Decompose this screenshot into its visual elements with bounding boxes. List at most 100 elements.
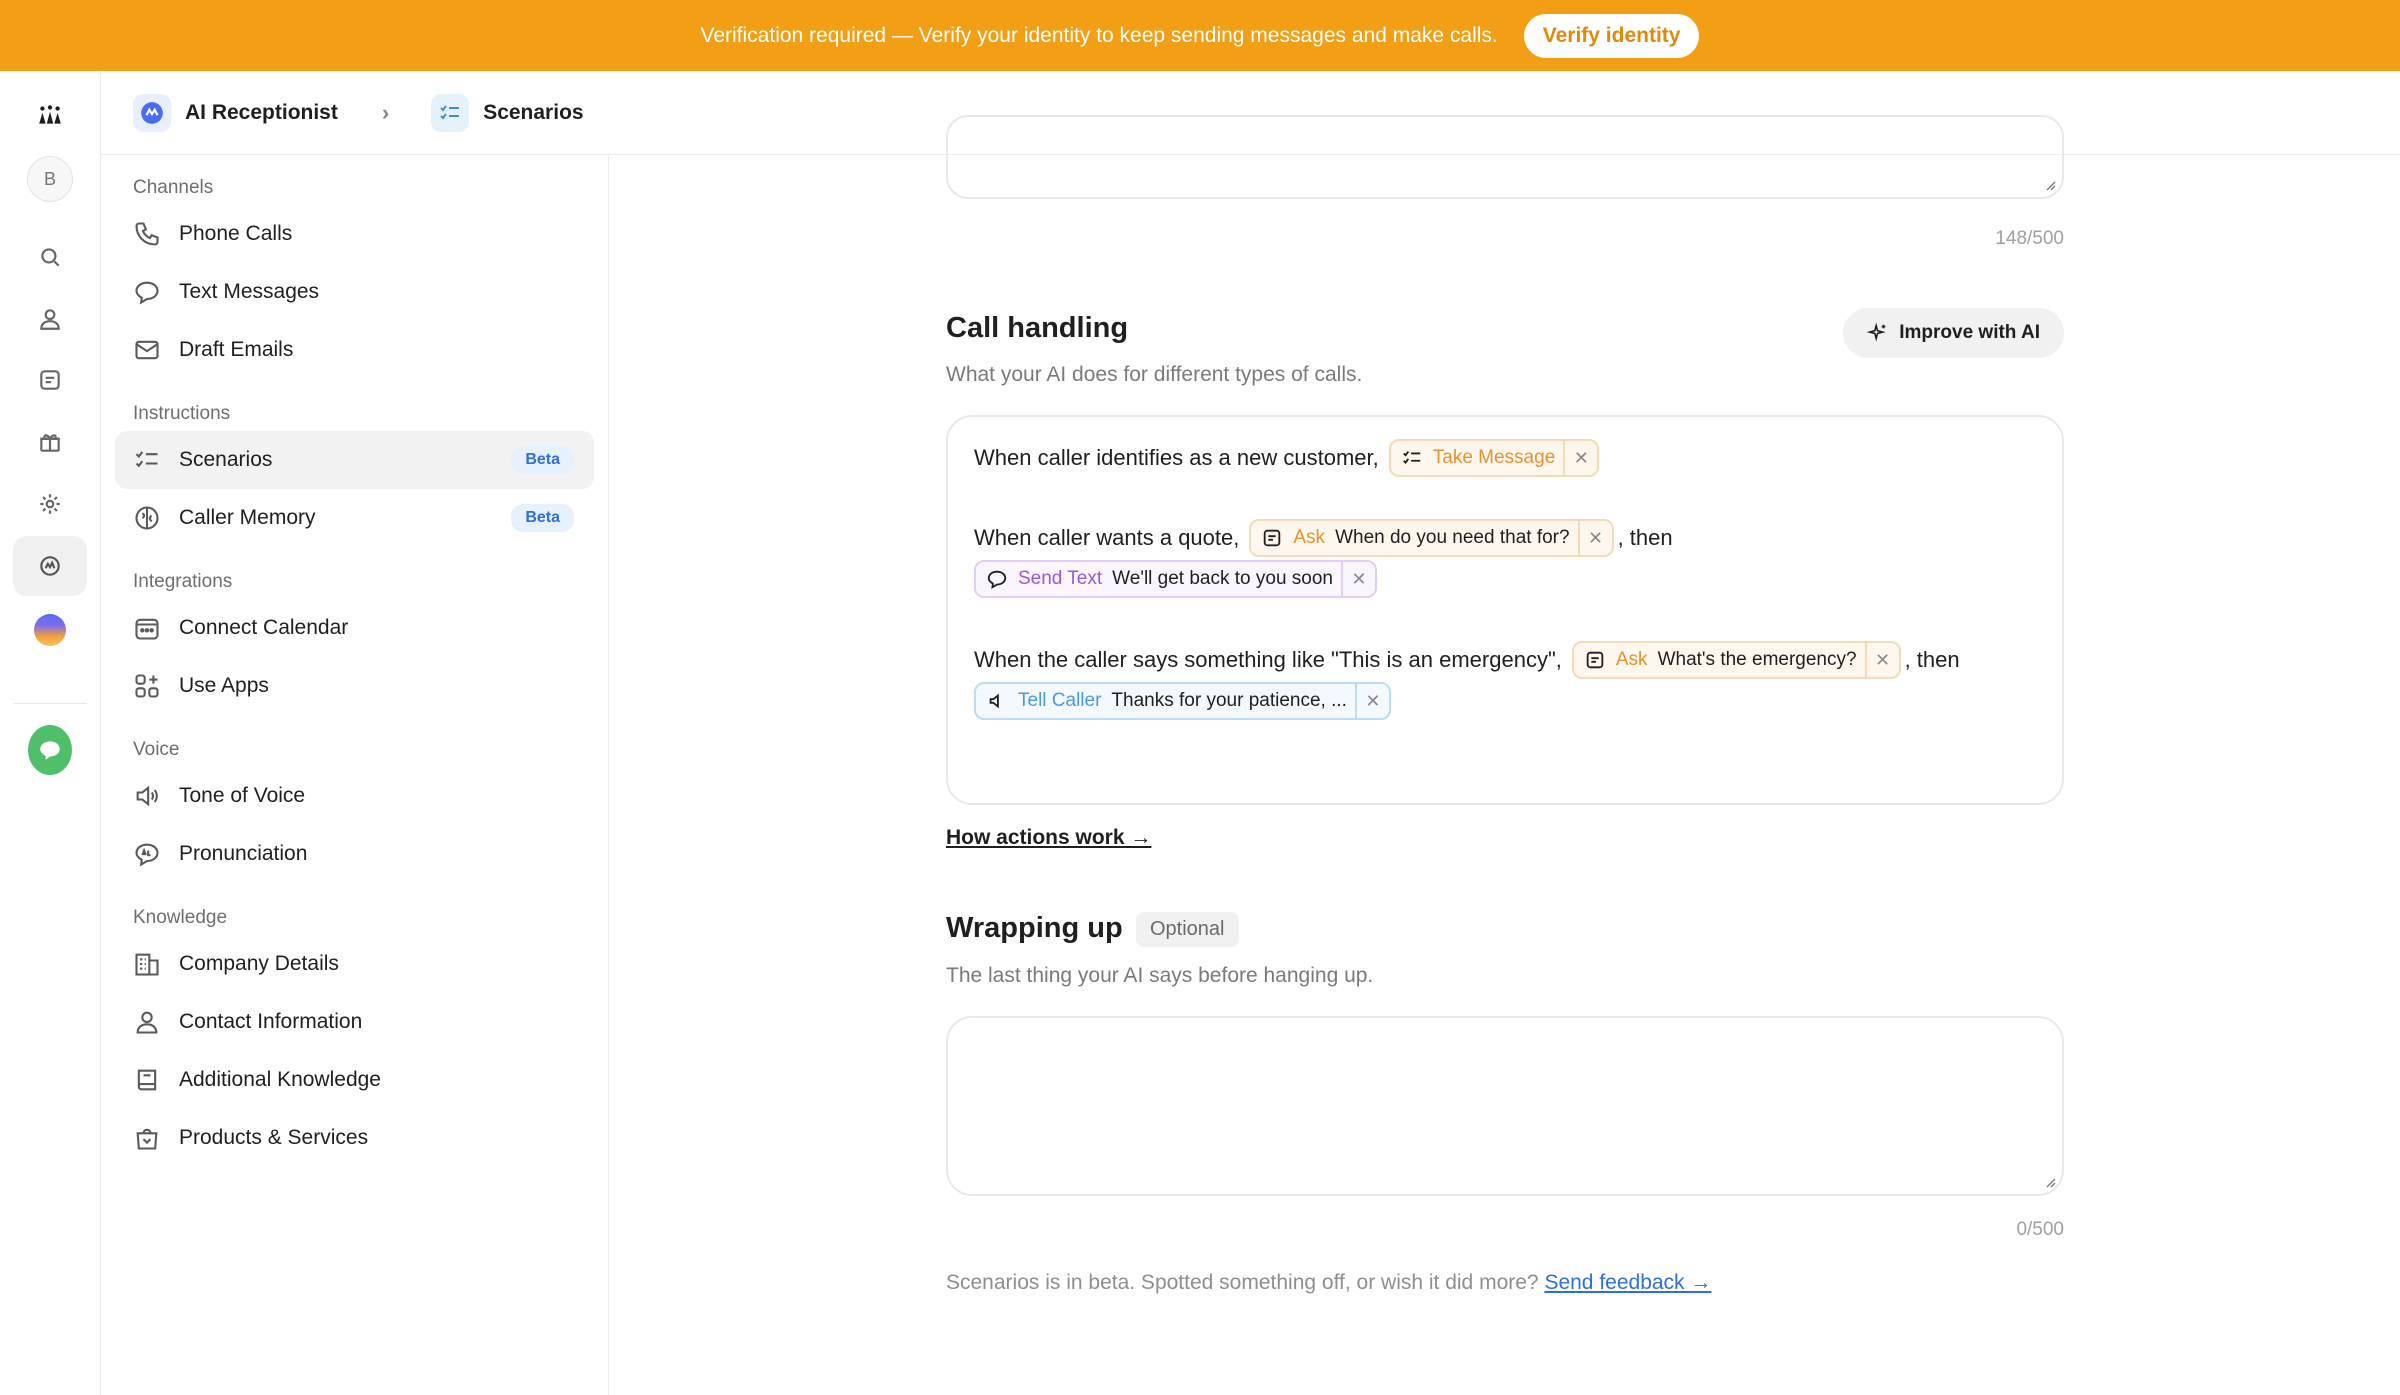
rule-joiner: , then [1904, 647, 1960, 672]
action-value: When do you need that for? [1335, 527, 1570, 548]
rule-prefix: When the caller says something like "Thi… [974, 647, 1562, 672]
call-handling-editor[interactable]: When caller identifies as a new customer… [946, 415, 2064, 805]
section-label-knowledge: Knowledge [133, 907, 228, 928]
wrapping-up-textarea[interactable] [946, 1016, 2064, 1196]
gradient-orb-icon[interactable] [28, 608, 72, 652]
scenario-rule: When the caller says something like "Thi… [974, 641, 1960, 679]
team-logo-icon[interactable] [28, 93, 72, 137]
sidebar-item-label: Use Apps [179, 674, 269, 697]
note-icon[interactable] [28, 358, 72, 402]
checklist-icon [1402, 451, 1420, 464]
sidebar-item-label: Products & Services [179, 1126, 369, 1149]
action-chip[interactable]: Tell Caller Thanks for your patience, ..… [974, 682, 1391, 720]
breadcrumb-parent[interactable]: AI Receptionist [185, 101, 338, 125]
character-counter: 0/500 [2016, 1219, 2064, 1240]
sidebar-item-phone-calls[interactable]: Phone Calls [115, 205, 594, 263]
verify-identity-button[interactable]: Verify identity [1523, 13, 1700, 58]
sidebar-item-contact-information[interactable]: Contact Information [115, 993, 594, 1051]
phone-icon [135, 222, 159, 246]
avatar[interactable]: B [27, 156, 73, 202]
section-label-integrations: Integrations [133, 571, 233, 592]
action-type: Tell Caller [1018, 690, 1102, 711]
previous-section-textarea[interactable] [946, 115, 2064, 199]
action-value: We'll get back to you soon [1112, 568, 1334, 589]
speaker-icon [136, 785, 158, 807]
sidebar-item-text-messages[interactable]: Text Messages [115, 263, 594, 321]
sidebar-item-label: Pronunciation [179, 842, 308, 865]
chat-bubble-icon [987, 570, 1007, 590]
rule-prefix: When caller identifies as a new customer… [974, 445, 1379, 470]
building-icon [135, 953, 159, 976]
improve-with-ai-button[interactable]: Improve with AI [1843, 308, 2064, 358]
sidebar-item-caller-memory[interactable]: Caller Memory Beta [115, 489, 594, 547]
wrapping-up-subtitle: The last thing your AI says before hangi… [946, 964, 1374, 987]
beta-badge: Beta [511, 504, 574, 532]
action-type: Take Message [1432, 447, 1556, 468]
sidebar-item-label: Draft Emails [179, 338, 294, 361]
sidebar-item-pronunciation[interactable]: Pronunciation [115, 825, 594, 883]
banner-text: Verification required — Verify your iden… [700, 23, 1498, 47]
sidebar-item-label: Additional Knowledge [179, 1068, 381, 1091]
ai-receptionist-icon[interactable] [13, 536, 87, 596]
chat-icon[interactable] [28, 725, 72, 775]
section-label-instructions: Instructions [133, 403, 231, 424]
scenario-rule: When caller identifies as a new customer… [974, 439, 1600, 477]
pronunciation-icon [135, 843, 159, 867]
sidebar-item-label: Tone of Voice [179, 784, 306, 807]
gift-icon[interactable] [28, 420, 72, 464]
resize-grip-icon[interactable] [2044, 179, 2056, 191]
sidebar-item-label: Phone Calls [179, 222, 293, 245]
chevron-right-icon: › [381, 99, 390, 125]
sidebar-item-scenarios[interactable]: Scenarios Beta [115, 431, 594, 489]
scenario-rule-continuation: Send Text We'll get back to you soon ✕ [974, 560, 1378, 598]
sparkle-icon [1867, 322, 1886, 342]
action-value: What's the emergency? [1657, 649, 1857, 670]
avatar-letter: B [43, 168, 56, 189]
section-label-channels: Channels [133, 177, 214, 198]
rule-joiner: , then [1617, 525, 1673, 550]
sidebar-item-draft-emails[interactable]: Draft Emails [115, 321, 594, 379]
search-icon[interactable] [28, 235, 72, 279]
action-chip[interactable]: Take Message ✕ [1388, 439, 1600, 477]
sidebar-item-connect-calendar[interactable]: Connect Calendar [115, 599, 594, 657]
sidebar-item-label: Text Messages [179, 280, 320, 303]
note-icon [1264, 529, 1281, 547]
how-actions-work-link[interactable]: How actions work → [946, 826, 1151, 850]
checklist-icon [135, 451, 158, 468]
action-type: Send Text [1018, 568, 1103, 589]
settings-icon[interactable] [28, 482, 72, 526]
person-icon [136, 1011, 158, 1034]
sidebar-item-additional-knowledge[interactable]: Additional Knowledge [115, 1051, 594, 1109]
checklist-icon [431, 93, 470, 132]
book-icon [137, 1069, 157, 1091]
sidebar-item-label: Connect Calendar [179, 616, 349, 639]
action-type: Ask [1293, 527, 1326, 548]
rule-prefix: When caller wants a quote, [974, 525, 1240, 550]
sidebar-item-label: Contact Information [179, 1010, 363, 1033]
section-label-voice: Voice [133, 739, 180, 760]
remove-action-icon[interactable]: ✕ [1563, 441, 1597, 475]
send-feedback-link[interactable]: Send feedback → [1544, 1271, 1711, 1294]
resize-grip-icon[interactable] [2044, 1176, 2056, 1188]
action-chip[interactable]: Ask When do you need that for? ✕ [1249, 519, 1614, 557]
breadcrumb-current: Scenarios [483, 100, 584, 124]
improve-label: Improve with AI [1899, 322, 2040, 343]
sidebar-item-products-services[interactable]: Products & Services [115, 1109, 594, 1167]
sidebar-item-company-details[interactable]: Company Details [115, 935, 594, 993]
remove-action-icon[interactable]: ✕ [1577, 521, 1612, 555]
person-icon[interactable] [28, 297, 72, 341]
action-chip[interactable]: Ask What's the emergency? ✕ [1571, 641, 1901, 679]
remove-action-icon[interactable]: ✕ [1341, 562, 1375, 596]
beta-badge: Beta [511, 446, 574, 474]
remove-action-icon[interactable]: ✕ [1864, 643, 1899, 677]
sidebar-item-tone-of-voice[interactable]: Tone of Voice [115, 767, 594, 825]
verification-banner: Verification required — Verify your iden… [0, 0, 2400, 71]
sidebar-item-label: Company Details [179, 952, 339, 975]
action-chip[interactable]: Send Text We'll get back to you soon ✕ [974, 560, 1378, 598]
settings-sidebar: Channels Phone Calls Text Messages Draft… [101, 155, 609, 1395]
sidebar-item-use-apps[interactable]: Use Apps [115, 657, 594, 715]
scenarios-editor: 148/500 Call handling Improve with AI Wh… [946, 115, 2064, 1395]
shopping-bag-icon [136, 1128, 158, 1150]
remove-action-icon[interactable]: ✕ [1354, 684, 1389, 718]
action-value: Thanks for your patience, ... [1111, 690, 1347, 711]
